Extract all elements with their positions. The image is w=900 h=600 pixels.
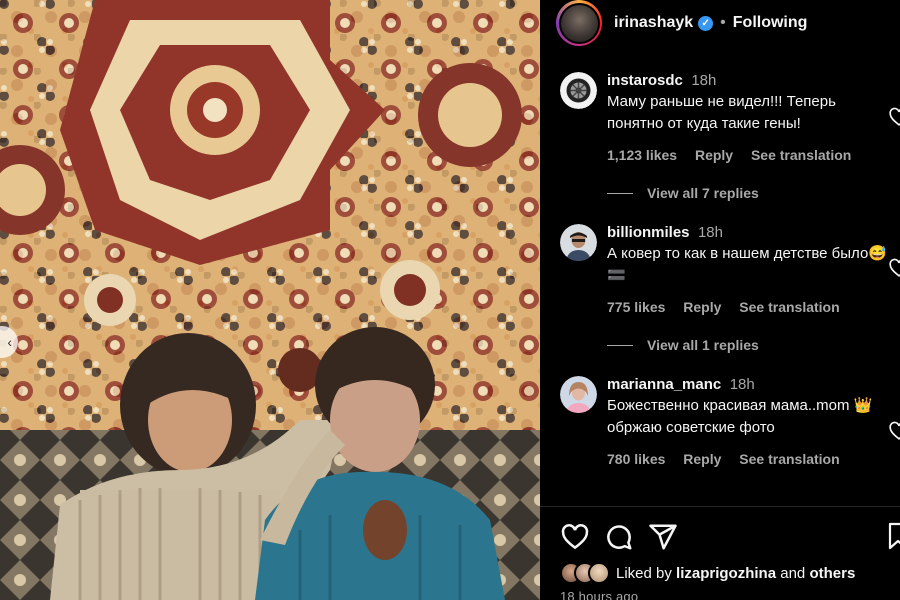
comment-text: Маму раньше не видел!!! Теперь понятно о… bbox=[607, 93, 836, 132]
author-avatar-image bbox=[560, 4, 598, 42]
heart-icon[interactable] bbox=[560, 522, 590, 552]
post-photo: ‹ bbox=[0, 0, 540, 600]
see-translation-button[interactable]: See translation bbox=[751, 147, 851, 163]
comment-text: Божественно красивая мама..mom 👑обржаю с… bbox=[607, 397, 873, 436]
author-avatar[interactable] bbox=[556, 0, 602, 46]
liked-by-and: and bbox=[780, 564, 806, 582]
comment-avatar[interactable] bbox=[560, 224, 597, 261]
comment-meta: 775 likes Reply See translation bbox=[607, 299, 892, 315]
comment-likes[interactable]: 780 likes bbox=[607, 451, 665, 467]
reply-button[interactable]: Reply bbox=[683, 451, 721, 467]
view-replies-button[interactable]: View all 7 replies bbox=[607, 185, 759, 201]
comment-meta: 780 likes Reply See translation bbox=[607, 451, 892, 467]
post-timestamp: 18 hours ago bbox=[560, 589, 639, 600]
reply-button[interactable]: Reply bbox=[683, 299, 721, 315]
verified-badge-icon: ✓ bbox=[698, 15, 714, 31]
liked-by-user[interactable]: lizaprigozhina bbox=[676, 565, 776, 582]
share-icon[interactable] bbox=[648, 522, 678, 552]
reply-button[interactable]: Reply bbox=[695, 147, 733, 163]
comment-time: 18h bbox=[697, 224, 723, 241]
liker-avatar bbox=[588, 562, 610, 584]
bookmark-icon[interactable] bbox=[888, 522, 900, 550]
view-replies-button[interactable]: View all 1 replies bbox=[607, 337, 759, 353]
comment-like-heart-icon[interactable] bbox=[888, 420, 900, 442]
chevron-left-icon: ‹ bbox=[7, 334, 12, 350]
photo-illustration bbox=[0, 0, 540, 600]
comment-username[interactable]: instarosdc bbox=[607, 72, 683, 89]
post-action-bar bbox=[560, 520, 692, 554]
wheel-avatar-icon bbox=[560, 72, 597, 109]
comment-time: 18h bbox=[729, 376, 755, 393]
comment-like-heart-icon[interactable] bbox=[888, 257, 900, 279]
post-header: irinashayk ✓ • Following bbox=[540, 0, 900, 46]
comment-like-heart-icon[interactable] bbox=[888, 106, 900, 128]
comment-time: 18h bbox=[691, 72, 717, 89]
comment-icon[interactable] bbox=[604, 522, 634, 552]
liked-by-others[interactable]: others bbox=[809, 565, 855, 582]
author-username[interactable]: irinashayk bbox=[614, 14, 693, 32]
person-avatar-icon bbox=[560, 376, 597, 413]
post-details-panel: irinashayk ✓ • Following instarosdc 18h … bbox=[540, 0, 900, 600]
liked-by-row: Liked by lizaprigozhina and others bbox=[560, 562, 855, 584]
see-translation-button[interactable]: See translation bbox=[739, 451, 839, 467]
comment-avatar[interactable] bbox=[560, 72, 597, 109]
comment-username[interactable]: marianna_manc bbox=[607, 376, 721, 393]
following-button[interactable]: Following bbox=[733, 14, 808, 32]
comment-avatar[interactable] bbox=[560, 376, 597, 413]
liker-avatars[interactable] bbox=[560, 562, 610, 584]
see-translation-button[interactable]: See translation bbox=[739, 299, 839, 315]
comment-likes[interactable]: 1,123 likes bbox=[607, 147, 677, 163]
comment-likes[interactable]: 775 likes bbox=[607, 299, 665, 315]
liked-by-prefix: Liked by bbox=[616, 564, 672, 582]
comment-username[interactable]: billionmiles bbox=[607, 224, 690, 241]
panel-divider bbox=[540, 506, 900, 507]
comment-text: А ковер то как в нашем детстве было😅🟰 bbox=[607, 245, 887, 284]
separator-dot: • bbox=[720, 14, 726, 31]
person-avatar-icon bbox=[560, 224, 597, 261]
comment-meta: 1,123 likes Reply See translation bbox=[607, 147, 892, 163]
